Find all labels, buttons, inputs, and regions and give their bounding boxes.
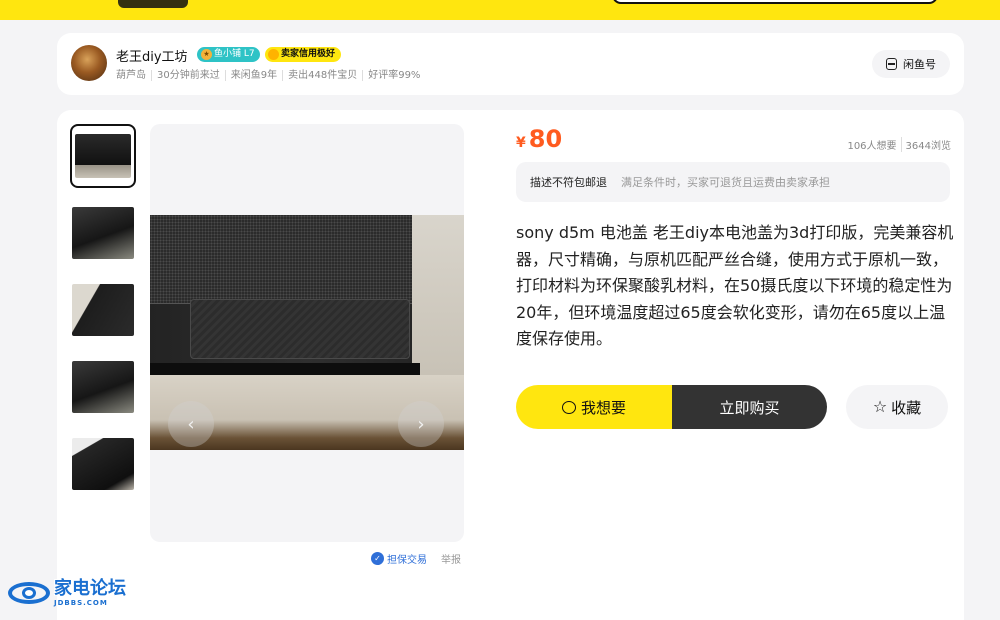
product-description: sony d5m 电池盖 老王diy本电池盖为3d打印版，完美兼容机器，尺寸精确… bbox=[516, 223, 954, 348]
thumbnail-1[interactable] bbox=[70, 124, 136, 188]
thumbnail-5[interactable] bbox=[70, 432, 136, 496]
chevron-right-icon: › bbox=[417, 413, 425, 435]
prev-image-button[interactable]: ‹ bbox=[168, 401, 214, 447]
policy-title: 描述不符包邮退 bbox=[530, 176, 607, 189]
want-count: 106人想要 bbox=[847, 141, 897, 152]
level-badge-label: 鱼小铺 L7 bbox=[214, 49, 255, 59]
credit-badge: 卖家信用极好 bbox=[265, 47, 342, 62]
seller-location: 葫芦岛 bbox=[116, 70, 146, 81]
thumbnail-image bbox=[72, 284, 134, 336]
seller-tenure: 来闲鱼9年 bbox=[224, 70, 282, 81]
product-card: ‹ › ✓ 担保交易 举报 ¥ 80 106人想要 3644浏览 描述不符包邮退… bbox=[57, 110, 964, 620]
return-policy-bar[interactable]: 描述不符包邮退 满足条件时，买家可退货且运费由卖家承担 bbox=[516, 162, 950, 202]
top-header-bar bbox=[0, 0, 1000, 20]
seller-rating: 好评率99% bbox=[362, 70, 425, 81]
favorite-button[interactable]: ☆ 收藏 bbox=[846, 385, 948, 429]
thumbnail-4[interactable] bbox=[70, 355, 136, 419]
policy-description: 满足条件时，买家可退货且运费由卖家承担 bbox=[621, 176, 830, 189]
buy-now-label: 立即购买 bbox=[719, 398, 780, 417]
thumbnail-image bbox=[72, 361, 134, 413]
currency-symbol: ¥ bbox=[516, 135, 526, 151]
seller-meta: 葫芦岛 30分钟前来过 来闲鱼9年 卖出448件宝贝 好评率99% bbox=[116, 70, 425, 81]
smile-icon bbox=[268, 49, 279, 60]
want-button-label: 我想要 bbox=[580, 398, 626, 417]
shield-icon: ✓ bbox=[371, 552, 384, 565]
seller-last-seen: 30分钟前来过 bbox=[151, 70, 225, 81]
price-value: 80 bbox=[528, 125, 563, 153]
id-card-icon bbox=[886, 58, 897, 70]
forum-watermark: 家电论坛 JDBBS.COM bbox=[8, 578, 126, 608]
site-logo[interactable] bbox=[118, 0, 188, 8]
view-count: 3644浏览 bbox=[900, 137, 951, 152]
seller-avatar[interactable] bbox=[71, 45, 107, 81]
logo-dot bbox=[22, 587, 36, 599]
thumbnail-image bbox=[72, 438, 134, 490]
photo-background bbox=[412, 215, 464, 375]
main-product-photo[interactable]: ‹ › bbox=[150, 215, 464, 450]
seller-name[interactable]: 老王diy工坊 bbox=[116, 46, 188, 65]
chat-bubble-icon bbox=[561, 400, 576, 414]
xianyu-id-button[interactable]: 闲鱼号 bbox=[872, 50, 950, 78]
watermark-text: 家电论坛 JDBBS.COM bbox=[54, 577, 126, 607]
escrow-link[interactable]: ✓ 担保交易 bbox=[371, 551, 427, 566]
main-photo-viewer: ‹ › bbox=[150, 124, 464, 542]
price: ¥ 80 bbox=[516, 125, 562, 153]
want-button[interactable]: 我想要 bbox=[516, 385, 672, 429]
thumbnail-image bbox=[75, 134, 131, 178]
thumbnail-2[interactable] bbox=[70, 201, 136, 265]
buy-now-button[interactable]: 立即购买 bbox=[672, 385, 827, 429]
escrow-label: 担保交易 bbox=[387, 555, 427, 566]
thumbnail-image bbox=[72, 207, 134, 259]
photo-speaker-grille bbox=[150, 215, 412, 303]
report-link[interactable]: 举报 bbox=[441, 551, 461, 566]
medal-icon: ★ bbox=[201, 49, 212, 60]
watermark-name: 家电论坛 bbox=[54, 577, 126, 599]
favorite-label: 收藏 bbox=[891, 398, 922, 417]
seller-card: 老王diy工坊 ★ 鱼小铺 L7 卖家信用极好 葫芦岛 30分钟前来过 来闲鱼9… bbox=[57, 33, 964, 95]
search-box[interactable] bbox=[612, 0, 938, 4]
forum-logo-icon bbox=[8, 578, 50, 608]
seller-sold-count: 卖出448件宝贝 bbox=[282, 70, 362, 81]
chevron-left-icon: ‹ bbox=[187, 413, 195, 435]
product-stats: 106人想要 3644浏览 bbox=[847, 137, 951, 152]
next-image-button[interactable]: › bbox=[398, 401, 444, 447]
thumbnail-3[interactable] bbox=[70, 278, 136, 342]
level-badge: ★ 鱼小铺 L7 bbox=[197, 47, 260, 62]
photo-battery-cover bbox=[190, 299, 410, 359]
watermark-domain: JDBBS.COM bbox=[54, 598, 108, 607]
photo-footer: ✓ 担保交易 举报 bbox=[371, 551, 461, 566]
thumbnail-list bbox=[70, 124, 136, 509]
star-icon: ☆ bbox=[872, 397, 888, 416]
credit-badge-label: 卖家信用极好 bbox=[281, 49, 336, 59]
xianyu-id-label: 闲鱼号 bbox=[903, 58, 936, 71]
action-buttons: 我想要 立即购买 ☆ 收藏 bbox=[516, 385, 952, 429]
